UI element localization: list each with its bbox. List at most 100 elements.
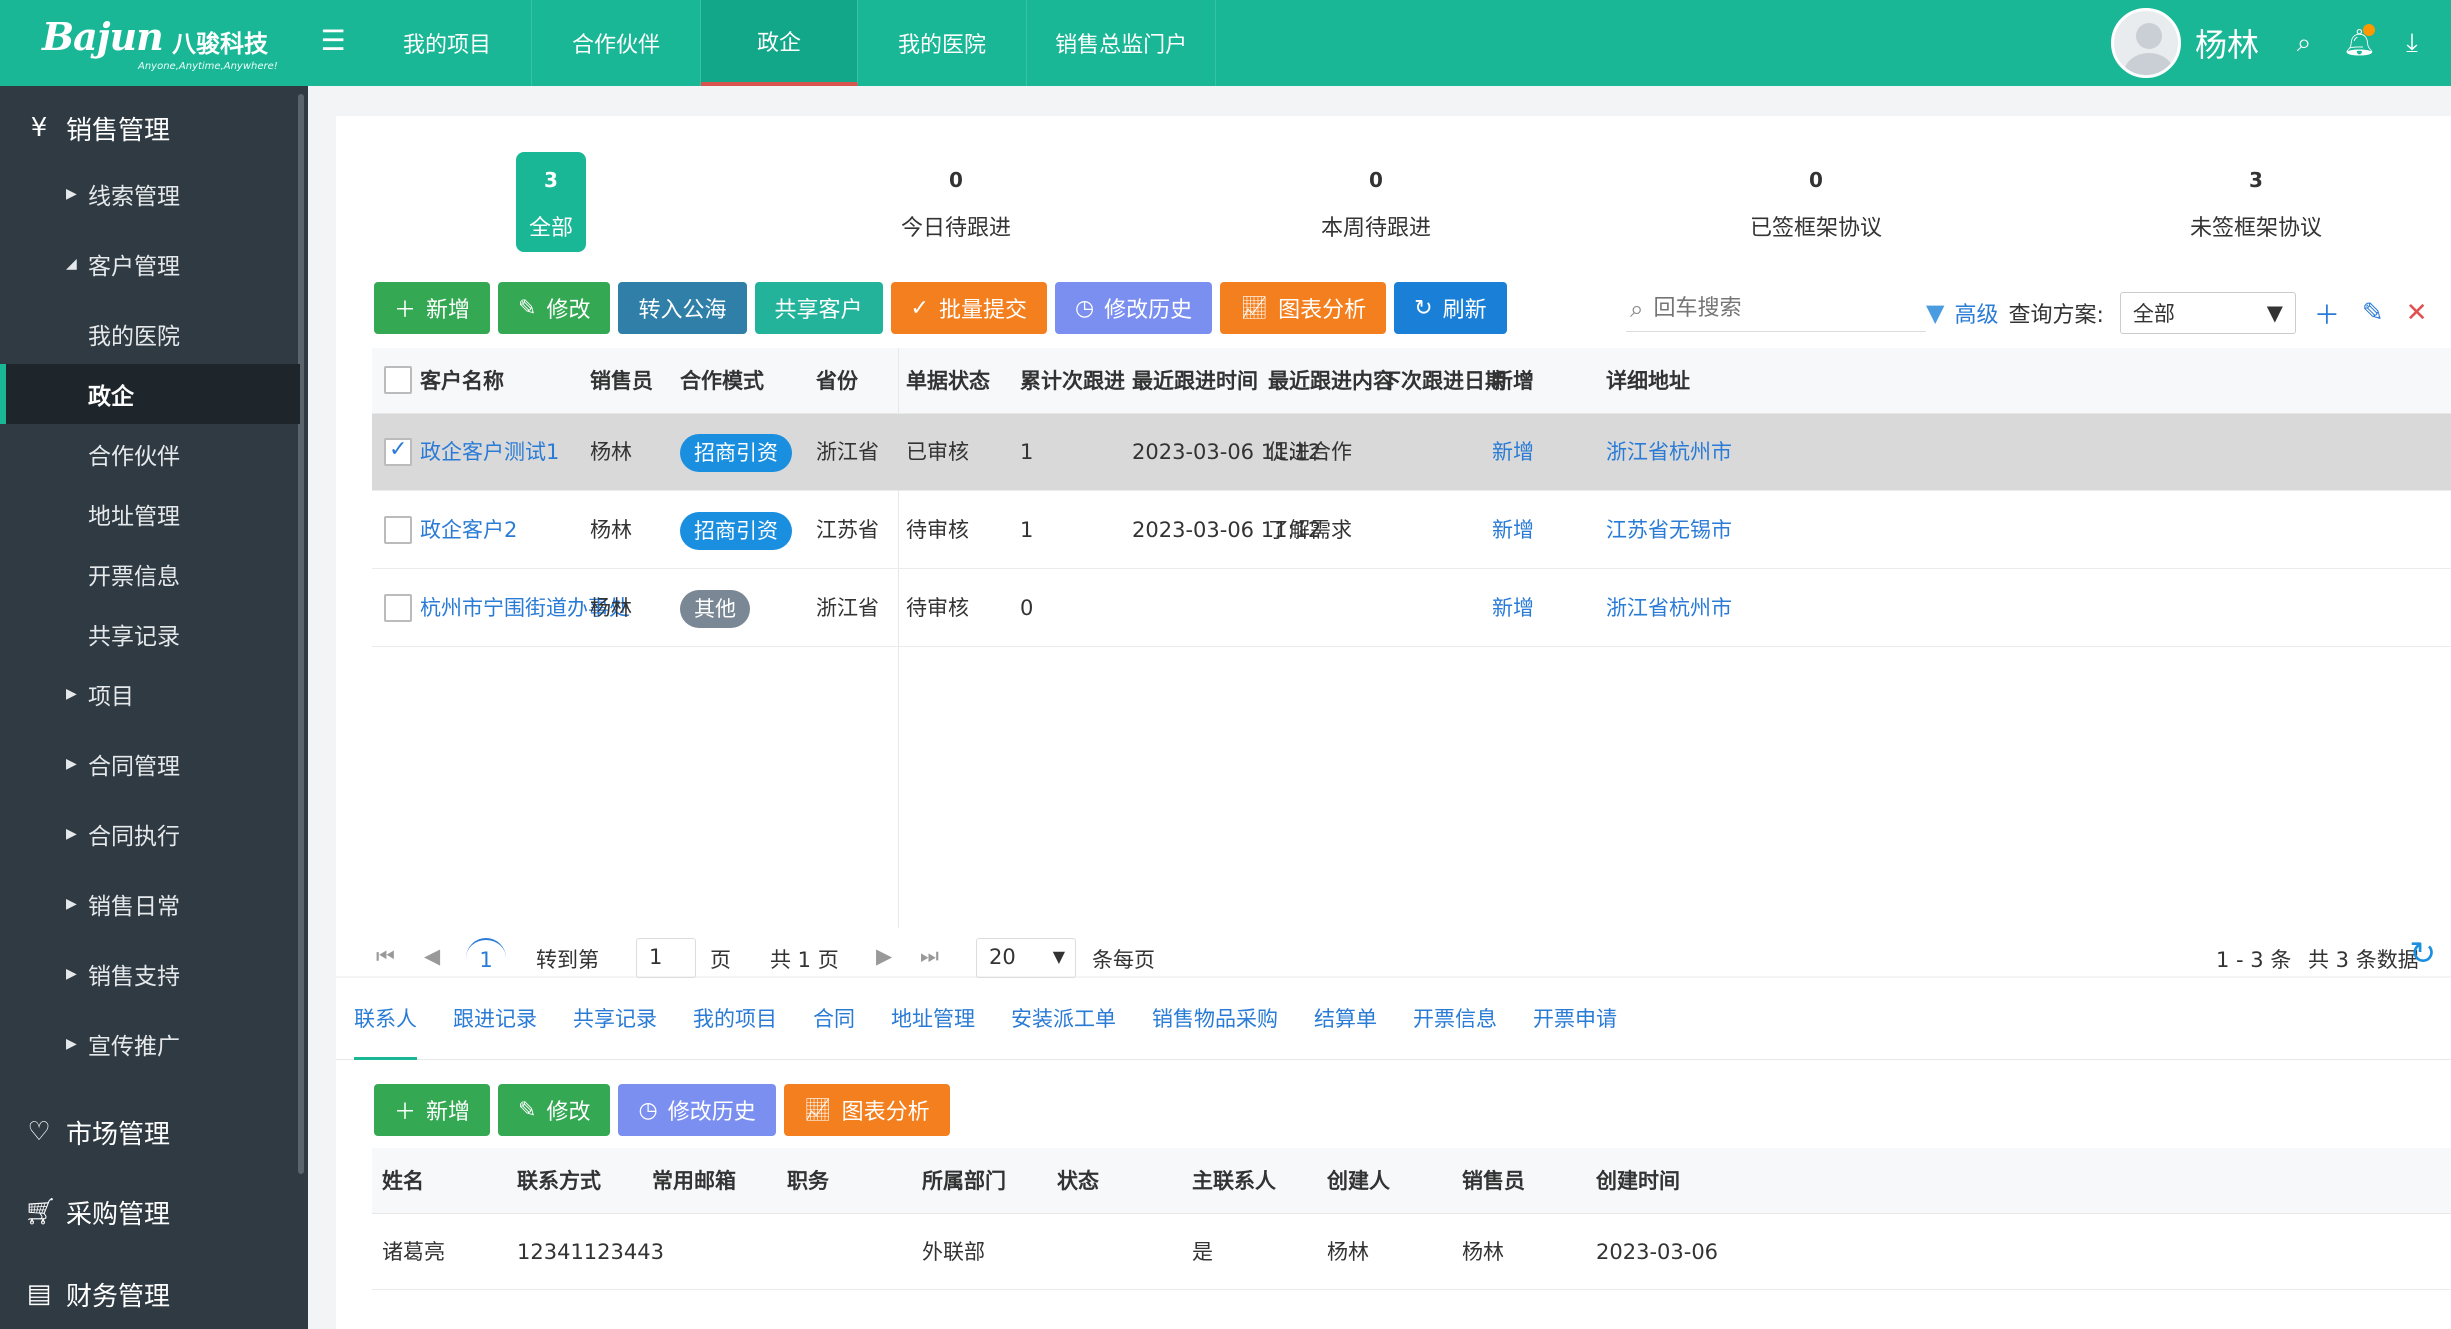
next-page-icon[interactable]: ▶ — [876, 944, 892, 968]
col-header[interactable]: 最近跟进时间 — [1132, 348, 1258, 414]
stat-today[interactable]: 0 今日待跟进 — [876, 152, 1036, 252]
col-header[interactable]: 客户名称 — [420, 348, 504, 414]
row-checkbox[interactable] — [384, 516, 412, 544]
col-header[interactable]: 累计次跟进 — [1020, 348, 1125, 414]
tab-invoice-requests[interactable]: 开票申请 — [1533, 978, 1617, 1060]
avatar[interactable] — [2110, 8, 2181, 78]
col-header[interactable]: 销售员 — [1462, 1148, 1525, 1214]
page-size-select[interactable]: 20 ▼ — [976, 938, 1076, 978]
col-header[interactable]: 新增 — [1492, 348, 1534, 414]
add-followup-link[interactable]: 新增 — [1492, 414, 1534, 491]
customer-name-link[interactable]: 政企客户测试1 — [420, 414, 559, 491]
col-header[interactable]: 所属部门 — [922, 1148, 1006, 1214]
history-button[interactable]: ◷ 修改历史 — [618, 1084, 776, 1136]
brand-logo[interactable]: Bajun 八骏科技 Anyone,Anytime,Anywhere! — [42, 14, 282, 74]
col-header[interactable]: 状态 — [1057, 1148, 1099, 1214]
stat-unsigned[interactable]: 3 未签框架协议 — [2156, 152, 2356, 252]
edit-button[interactable]: ✎ 修改 — [498, 282, 611, 334]
sidebar-item-leads[interactable]: ▶ 线索管理 — [0, 164, 300, 224]
to-pool-button[interactable]: 转入公海 — [618, 282, 747, 334]
add-scheme-icon[interactable]: ＋ — [2314, 295, 2340, 332]
sidebar-group-finance[interactable]: ▤ 财务管理 — [0, 1264, 300, 1324]
stat-week[interactable]: 0 本周待跟进 — [1296, 152, 1456, 252]
edit-button[interactable]: ✎ 修改 — [498, 1084, 611, 1136]
sidebar-item-address[interactable]: 地址管理 — [0, 484, 300, 544]
customer-name-link[interactable]: 政企客户2 — [420, 492, 517, 569]
col-header[interactable]: 省份 — [816, 348, 858, 414]
sidebar-item-contract[interactable]: ▶ 合同管理 — [0, 734, 300, 794]
select-all-checkbox[interactable] — [384, 366, 412, 394]
tab-my-projects[interactable]: 我的项目 — [363, 0, 533, 86]
filter-icon[interactable]: ▼ — [1926, 299, 1944, 327]
col-header[interactable]: 职务 — [787, 1148, 829, 1214]
tab-invoice-info[interactable]: 开票信息 — [1413, 978, 1497, 1060]
row-checkbox[interactable] — [384, 437, 412, 466]
row-checkbox[interactable] — [384, 594, 412, 622]
address-link[interactable]: 江苏省无锡市 — [1606, 492, 1732, 569]
add-followup-link[interactable]: 新增 — [1492, 492, 1534, 569]
chart-button[interactable]: 📈︎ 图表分析 — [783, 1084, 950, 1136]
col-header[interactable]: 主联系人 — [1192, 1148, 1276, 1214]
current-page[interactable]: 1 — [466, 938, 506, 978]
sidebar-item-customers[interactable]: ◢ 客户管理 — [0, 234, 300, 294]
col-header[interactable]: 合作模式 — [680, 348, 764, 414]
address-link[interactable]: 浙江省杭州市 — [1606, 570, 1732, 647]
stat-all[interactable]: 3 全部 — [516, 152, 586, 252]
tab-settlements[interactable]: 结算单 — [1314, 978, 1377, 1060]
sidebar-item-partners[interactable]: 合作伙伴 — [0, 424, 300, 484]
sidebar-item-project[interactable]: ▶ 项目 — [0, 664, 300, 724]
goto-page-input[interactable]: 1 — [636, 938, 696, 978]
first-page-icon[interactable]: ⏮ — [376, 944, 395, 969]
prev-page-icon[interactable]: ◀ — [424, 944, 440, 968]
search-icon[interactable]: ⌕ — [2289, 28, 2319, 58]
col-header[interactable]: 销售员 — [590, 348, 653, 414]
col-header[interactable]: 详细地址 — [1606, 348, 1690, 414]
col-header[interactable]: 最近跟进内容 — [1268, 348, 1394, 414]
stat-signed[interactable]: 0 已签框架协议 — [1716, 152, 1916, 252]
table-row[interactable]: 杭州市宁围街道办事处 杨林 其他 浙江省 待审核 0 新增 浙江省杭州市 — [372, 570, 2451, 647]
sidebar-item-daily[interactable]: ▶ 销售日常 — [0, 874, 300, 934]
advanced-search-link[interactable]: 高级 — [1954, 297, 1998, 329]
col-header[interactable]: 联系方式 — [517, 1148, 601, 1214]
tab-contacts[interactable]: 联系人 — [354, 978, 417, 1060]
search-input[interactable] — [1653, 296, 1894, 321]
sidebar-item-share[interactable]: 共享记录 — [0, 604, 300, 664]
tab-followups[interactable]: 跟进记录 — [453, 978, 537, 1060]
sidebar-item-invoice[interactable]: 开票信息 — [0, 544, 300, 604]
refresh-icon[interactable]: ↻ — [2409, 934, 2436, 972]
download-icon[interactable]: ⤓ — [2397, 28, 2427, 58]
sidebar-item-contract-exec[interactable]: ▶ 合同执行 — [0, 804, 300, 864]
history-button[interactable]: ◷ 修改历史 — [1054, 282, 1213, 334]
tab-gov[interactable]: 政企 — [701, 0, 859, 86]
bell-icon[interactable]: 🔔︎ — [2343, 24, 2376, 58]
chart-button[interactable]: 📈︎ 图表分析 — [1220, 282, 1387, 334]
last-page-icon[interactable]: ⏭ — [920, 944, 939, 969]
sidebar-item-support[interactable]: ▶ 销售支持 — [0, 944, 300, 1004]
tab-addresses[interactable]: 地址管理 — [891, 978, 975, 1060]
sidebar-item-promo[interactable]: ▶ 宣传推广 — [0, 1014, 300, 1074]
sidebar-item-gov[interactable]: 政企 — [0, 364, 300, 424]
sidebar-group-market[interactable]: ♡ 市场管理 — [0, 1102, 300, 1162]
tab-purchases[interactable]: 销售物品采购 — [1152, 978, 1278, 1060]
tab-shares[interactable]: 共享记录 — [573, 978, 657, 1060]
table-row[interactable]: 政企客户2 杨林 招商引资 江苏省 待审核 1 2023-03-06 11:12… — [372, 492, 2451, 569]
tab-contracts[interactable]: 合同 — [813, 978, 855, 1060]
address-link[interactable]: 浙江省杭州市 — [1606, 414, 1732, 491]
tab-sales-director[interactable]: 销售总监门户 — [1027, 0, 1217, 86]
table-row[interactable]: 诸葛亮 12341123443 外联部 是 杨林 杨林 2023-03-06 — [372, 1214, 2451, 1290]
sidebar-item-my-hospital[interactable]: 我的医院 — [0, 304, 300, 364]
batch-submit-button[interactable]: ✓ 批量提交 — [890, 282, 1047, 334]
tab-my-hospital[interactable]: 我的医院 — [858, 0, 1028, 86]
add-button[interactable]: ＋ 新增 — [374, 1084, 491, 1136]
query-scheme-select[interactable]: 全部 ▼ — [2119, 292, 2296, 334]
col-header[interactable]: 单据状态 — [906, 348, 990, 414]
share-customer-button[interactable]: 共享客户 — [754, 282, 883, 334]
add-followup-link[interactable]: 新增 — [1492, 570, 1534, 647]
sidebar-group-purchase[interactable]: 🛒︎ 采购管理 — [0, 1182, 300, 1242]
tab-projects[interactable]: 我的项目 — [693, 978, 777, 1060]
table-row[interactable]: 政企客户测试1 杨林 招商引资 浙江省 已审核 1 2023-03-06 11:… — [372, 414, 2451, 491]
menu-toggle-icon[interactable]: ☰ — [318, 26, 348, 56]
tab-install-orders[interactable]: 安装派工单 — [1011, 978, 1116, 1060]
delete-scheme-icon[interactable]: ✕ — [2406, 298, 2428, 328]
col-header[interactable]: 姓名 — [382, 1148, 424, 1214]
